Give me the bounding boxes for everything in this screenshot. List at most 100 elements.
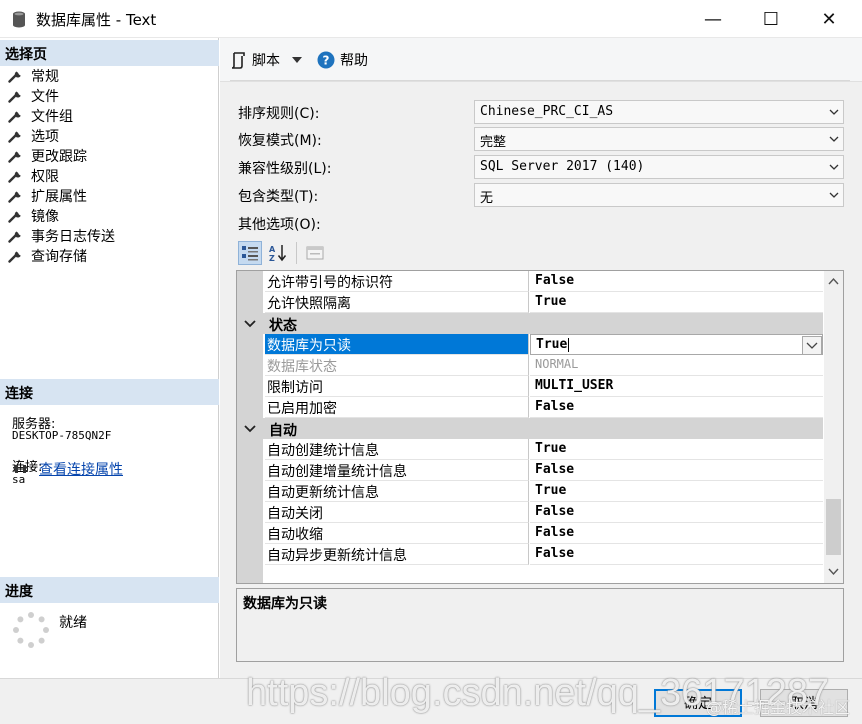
property-grid: 允许带引号的标识符 False 允许快照隔离 True 状态 数据库为只读 Tr… — [236, 270, 844, 584]
view-connection-properties-link[interactable]: 查看连接属性 — [39, 459, 123, 479]
page-item-label: 常规 — [31, 69, 59, 85]
property-name: 限制访问 — [265, 376, 529, 397]
script-label: 脚本 — [252, 53, 280, 69]
value-dropdown-button[interactable] — [802, 336, 822, 355]
property-pages-button[interactable] — [303, 241, 327, 265]
grid-row-selected[interactable]: 数据库为只读 True — [237, 334, 823, 355]
property-value: False — [530, 544, 823, 565]
property-value: True — [536, 337, 568, 352]
wrench-icon — [8, 131, 21, 143]
grid-row[interactable]: 自动创建增量统计信息 False — [237, 460, 823, 481]
compatibility-level-value: SQL Server 2017 (140) — [480, 159, 645, 174]
property-name: 数据库为只读 — [265, 334, 529, 355]
collation-value: Chinese_PRC_CI_AS — [480, 104, 614, 119]
scroll-down-icon[interactable] — [828, 568, 839, 576]
page-item-label: 权限 — [31, 169, 59, 185]
category-label: 状态 — [269, 318, 297, 334]
property-value: False — [530, 523, 823, 544]
wrench-icon — [8, 111, 21, 123]
grid-row[interactable]: 数据库状态 NORMAL — [237, 355, 823, 376]
grid-row[interactable]: 已启用加密 False — [237, 397, 823, 418]
property-name: 已启用加密 — [265, 397, 529, 418]
page-item[interactable]: 常规 — [0, 66, 219, 86]
page-item[interactable]: 文件 — [0, 86, 219, 106]
svg-text:?: ? — [323, 54, 330, 68]
grid-row[interactable]: 自动收缩 False — [237, 523, 823, 544]
close-icon: ✕ — [821, 8, 837, 30]
chevron-down-icon — [829, 109, 839, 115]
svg-text:A: A — [269, 245, 276, 254]
grid-row[interactable]: 自动更新统计信息 True — [237, 481, 823, 502]
collation-combo[interactable]: Chinese_PRC_CI_AS — [474, 100, 844, 124]
script-button[interactable]: 脚本 — [230, 50, 302, 70]
category-state[interactable]: 状态 — [237, 313, 823, 334]
grid-row[interactable]: 自动异步更新统计信息 False — [237, 544, 823, 565]
grid-row[interactable]: 允许快照隔离 True — [237, 292, 823, 313]
chevron-down-icon — [829, 164, 839, 170]
grid-scrollbar[interactable] — [824, 271, 843, 583]
scrollbar-thumb[interactable] — [826, 499, 841, 555]
property-value: MULTI_USER — [530, 376, 823, 397]
text-caret — [568, 337, 570, 352]
help-button[interactable]: ? 帮助 — [317, 50, 368, 70]
main-panel: 脚本 ? 帮助 排序规则(C): Chinese_PRC_CI_AS 恢复模式(… — [220, 38, 862, 678]
progress-header: 进度 — [0, 577, 219, 603]
category-auto[interactable]: 自动 — [237, 418, 823, 439]
page-item-label: 查询存储 — [31, 249, 87, 265]
dropdown-arrow-icon[interactable] — [292, 56, 302, 64]
recovery-model-label: 恢复模式(M): — [238, 133, 322, 149]
property-pages-icon — [306, 246, 324, 260]
containment-type-label: 包含类型(T): — [238, 189, 319, 205]
minimize-button[interactable]: — — [690, 0, 736, 38]
grid-row[interactable]: 限制访问 MULTI_USER — [237, 376, 823, 397]
page-item[interactable]: 文件组 — [0, 106, 219, 126]
page-item[interactable]: 更改跟踪 — [0, 146, 219, 166]
collapse-chevron-icon[interactable] — [244, 319, 256, 329]
recovery-model-combo[interactable]: 完整 — [474, 127, 844, 151]
page-item[interactable]: 权限 — [0, 166, 219, 186]
wrench-icon — [8, 231, 21, 243]
server-value: DESKTOP-785QN2F — [12, 429, 112, 442]
property-value-editor[interactable]: True — [530, 334, 823, 355]
page-item-label: 更改跟踪 — [31, 149, 87, 165]
maximize-button[interactable]: ☐ — [748, 0, 794, 38]
compatibility-level-combo[interactable]: SQL Server 2017 (140) — [474, 155, 844, 179]
help-icon: ? — [317, 51, 335, 69]
page-item-label: 镜像 — [31, 209, 59, 225]
plug-icon — [13, 465, 28, 473]
page-item[interactable]: 选项 — [0, 126, 219, 146]
categorized-button[interactable] — [238, 241, 262, 265]
other-options-label: 其他选项(O): — [238, 217, 321, 233]
categorized-icon — [242, 246, 258, 261]
containment-type-value: 无 — [480, 191, 494, 206]
wrench-icon — [8, 191, 21, 203]
property-value: False — [530, 397, 823, 418]
connection-header: 连接 — [0, 379, 219, 405]
page-item[interactable]: 查询存储 — [0, 246, 219, 266]
progress-status: 就绪 — [59, 615, 87, 631]
collapse-chevron-icon[interactable] — [244, 424, 256, 434]
close-button[interactable]: ✕ — [806, 0, 852, 38]
grid-row[interactable]: 自动创建统计信息 True — [237, 439, 823, 460]
database-icon — [13, 11, 25, 28]
left-panel: 选择页 常规 文件 文件组 选项 更改跟踪 权限 扩展属性 镜像 事务日志传送 查询存储 连接 服… — [0, 38, 219, 678]
maximize-icon: ☐ — [762, 8, 780, 30]
progress-spinner-icon — [13, 612, 49, 648]
watermark-credit: @稀土掘金技术社区 — [706, 698, 851, 717]
window-title: 数据库属性 - Text — [36, 11, 157, 29]
help-label: 帮助 — [340, 53, 368, 69]
containment-type-combo[interactable]: 无 — [474, 183, 844, 207]
toolbar: 脚本 ? 帮助 — [220, 38, 862, 82]
property-name: 自动异步更新统计信息 — [265, 544, 529, 565]
page-item[interactable]: 镜像 — [0, 206, 219, 226]
grid-row[interactable]: 允许带引号的标识符 False — [237, 271, 823, 292]
property-value: NORMAL — [530, 355, 823, 376]
scroll-up-icon[interactable] — [828, 277, 839, 285]
page-item[interactable]: 事务日志传送 — [0, 226, 219, 246]
page-item[interactable]: 扩展属性 — [0, 186, 219, 206]
wrench-icon — [8, 171, 21, 183]
wrench-icon — [8, 91, 21, 103]
grid-row[interactable]: 自动关闭 False — [237, 502, 823, 523]
alphabetical-button[interactable]: A Z — [266, 241, 290, 265]
page-item-label: 选项 — [31, 129, 59, 145]
